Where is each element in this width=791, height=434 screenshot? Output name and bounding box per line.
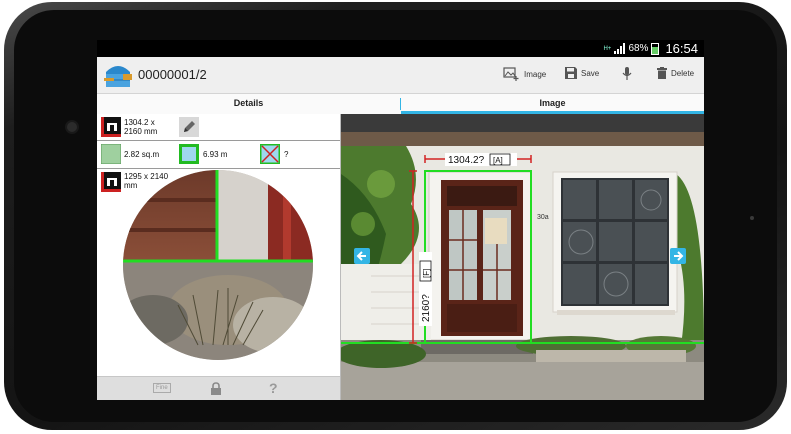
image-pane[interactable]: 30a 1304.2? [A] 2160? [F] <box>341 114 704 400</box>
tab-details[interactable]: Details <box>97 94 400 114</box>
details-bottom-bar: Fine ? <box>97 376 340 400</box>
tab-bar: Details Image <box>97 94 704 114</box>
edit-pencil-icon[interactable] <box>179 117 199 137</box>
lock-icon[interactable] <box>210 382 222 395</box>
network-type: H+ <box>603 45 612 52</box>
microphone-icon <box>622 67 632 80</box>
perimeter-icon <box>179 144 199 164</box>
app-logo-icon[interactable] <box>103 60 133 90</box>
area-value: 2.82 sq.m <box>124 150 160 159</box>
house-photo[interactable]: 30a 1304.2? [A] 2160? [F] <box>341 114 704 400</box>
device-screen: H+ 68% 16:54 00000001/2 Image Save Delet… <box>97 40 704 400</box>
document-title: 00000001/2 <box>138 67 207 82</box>
status-bar: H+ 68% 16:54 <box>97 40 704 57</box>
add-image-label: Image <box>524 69 547 79</box>
metrics-row: 2.82 sq.m 6.93 m ? <box>97 141 340 169</box>
perimeter-value: 6.93 m <box>203 150 228 159</box>
dimensions-line-1: 1304.2 x <box>124 118 155 127</box>
magnifier-loupe[interactable] <box>123 170 313 360</box>
dimensions-row: 1304.2 x 2160 mm <box>97 114 340 141</box>
house-number: 30a <box>537 214 549 221</box>
height-measurement-label: 2160? <box>421 294 432 322</box>
previous-arrow-icon[interactable] <box>354 248 370 264</box>
save-icon <box>565 67 577 79</box>
dimensions-line-2: 2160 mm <box>124 127 158 136</box>
battery-percent: 68% <box>628 43 649 54</box>
clock: 16:54 <box>665 41 698 56</box>
delete-label: Delete <box>671 68 695 78</box>
proximity-sensor <box>750 216 754 220</box>
delete-button[interactable]: Delete <box>657 67 694 79</box>
microphone-button[interactable] <box>622 67 632 80</box>
pixel-dims-line-1: 1295 x 2140 <box>124 172 169 181</box>
pixel-dimension-icon <box>101 172 121 192</box>
details-panel: 1304.2 x 2160 mm 2.82 sq.m 6.93 m ? 1295… <box>97 114 341 400</box>
save-label: Save <box>581 68 600 78</box>
battery-icon <box>651 42 660 55</box>
next-arrow-icon[interactable] <box>670 248 686 264</box>
dimension-icon <box>101 117 121 137</box>
trash-icon <box>657 67 667 79</box>
add-image-button[interactable]: Image <box>503 67 546 81</box>
pixel-dims-line-2: mm <box>124 181 138 190</box>
add-image-icon <box>503 67 519 81</box>
fine-toggle-button[interactable]: Fine <box>153 383 171 393</box>
help-button[interactable]: ? <box>269 380 278 396</box>
signal-icon <box>614 43 626 54</box>
height-measurement-tag: [F] <box>422 269 431 278</box>
action-bar: 00000001/2 Image Save Delete <box>97 57 704 94</box>
width-measurement-tag: [A] <box>493 156 503 165</box>
front-camera <box>67 122 77 132</box>
area-icon <box>101 144 121 164</box>
unknown-value: ? <box>284 150 289 159</box>
save-button[interactable]: Save <box>565 67 599 79</box>
crossed-square-icon <box>260 144 280 164</box>
width-measurement-label: 1304.2? <box>448 155 485 166</box>
